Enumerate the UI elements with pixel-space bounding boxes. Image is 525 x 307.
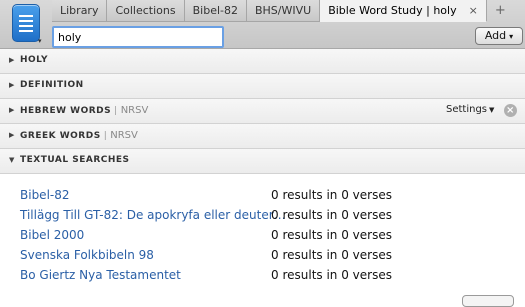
- tab-library[interactable]: Library: [52, 0, 108, 22]
- tab-bible-word-study[interactable]: Bible Word Study | holy ×: [320, 0, 487, 22]
- result-resource-link[interactable]: Tillägg Till GT-82: De apokryfa eller de…: [20, 208, 286, 222]
- section-greek-words[interactable]: ▶ GREEK WORDS | NRSV: [0, 124, 525, 149]
- add-button-label: Add: [484, 29, 507, 42]
- result-resource-link[interactable]: Bibel 2000: [20, 228, 84, 242]
- menu-lines-icon: [19, 15, 33, 35]
- textual-search-results: Bibel-82 0 results in 0 verses Tillägg T…: [0, 186, 525, 286]
- settings-label: Settings: [446, 104, 488, 115]
- tab-bhs-wivu[interactable]: BHS/WIVU: [246, 0, 321, 22]
- collapsed-triangle-icon[interactable]: ▶: [9, 81, 15, 89]
- word-study-sections: ▶ HOLY ▶ DEFINITION ▶ HEBREW WORDS | NRSV …: [0, 49, 525, 174]
- tab-bibel-82[interactable]: Bibel-82: [184, 0, 247, 22]
- close-section-icon[interactable]: ×: [504, 104, 517, 117]
- separator: |: [114, 106, 118, 116]
- section-source: NRSV: [120, 105, 149, 116]
- settings-menu[interactable]: Settings ▼: [446, 104, 494, 115]
- section-hebrew-words[interactable]: ▶ HEBREW WORDS | NRSV Settings ▼ ×: [0, 99, 525, 124]
- library-menu-button[interactable]: [12, 4, 40, 42]
- result-count: 0 results in 0 verses: [271, 228, 392, 242]
- expanded-triangle-icon[interactable]: ▼: [9, 156, 15, 164]
- add-button[interactable]: Add ▾: [475, 27, 523, 45]
- collapsed-triangle-icon[interactable]: ▶: [9, 106, 15, 114]
- result-count: 0 results in 0 verses: [271, 208, 392, 222]
- result-count: 0 results in 0 verses: [271, 268, 392, 282]
- section-holy[interactable]: ▶ HOLY: [0, 49, 525, 74]
- result-row: Tillägg Till GT-82: De apokryfa eller de…: [0, 206, 525, 226]
- collapsed-triangle-icon[interactable]: ▶: [9, 56, 15, 64]
- result-row: Bibel 2000 0 results in 0 verses: [0, 226, 525, 246]
- collapsed-triangle-icon[interactable]: ▶: [9, 131, 15, 139]
- chevron-down-icon[interactable]: ▾: [38, 37, 42, 45]
- section-title: GREEK WORDS: [20, 131, 101, 141]
- separator: |: [103, 131, 108, 141]
- result-row: Svenska Folkbibeln 98 0 results in 0 ver…: [0, 246, 525, 266]
- section-label: TEXTUAL SEARCHES: [20, 155, 130, 165]
- section-title: HEBREW WORDS: [20, 106, 112, 116]
- section-definition[interactable]: ▶ DEFINITION: [0, 74, 525, 99]
- result-resource-link[interactable]: Bo Giertz Nya Testamentet: [20, 268, 181, 282]
- partial-button[interactable]: [462, 295, 514, 307]
- section-label: GREEK WORDS | NRSV: [20, 130, 138, 141]
- search-input[interactable]: [52, 26, 224, 48]
- result-resource-link[interactable]: Svenska Folkbibeln 98: [20, 248, 154, 262]
- close-tab-icon[interactable]: ×: [469, 0, 478, 22]
- new-tab-button[interactable]: +: [487, 0, 514, 22]
- tab-label: Bible Word Study | holy: [328, 3, 457, 17]
- result-row: Bo Giertz Nya Testamentet 0 results in 0…: [0, 266, 525, 286]
- toolbar: ▾ Library Collections Bibel-82 BHS/WIVU …: [0, 0, 525, 49]
- result-count: 0 results in 0 verses: [271, 188, 392, 202]
- chevron-down-icon: ▼: [489, 106, 495, 114]
- result-resource-link[interactable]: Bibel-82: [20, 188, 70, 202]
- section-label: HEBREW WORDS | NRSV: [20, 105, 148, 116]
- tab-collections[interactable]: Collections: [107, 0, 185, 22]
- section-source: NRSV: [110, 130, 138, 141]
- section-textual-searches[interactable]: ▼ TEXTUAL SEARCHES: [0, 149, 525, 174]
- section-label: DEFINITION: [20, 80, 84, 90]
- section-label: HOLY: [20, 55, 49, 65]
- tab-bar: Library Collections Bibel-82 BHS/WIVU Bi…: [52, 0, 514, 22]
- result-count: 0 results in 0 verses: [271, 248, 392, 262]
- result-row: Bibel-82 0 results in 0 verses: [0, 186, 525, 206]
- chevron-down-icon: ▾: [509, 32, 514, 41]
